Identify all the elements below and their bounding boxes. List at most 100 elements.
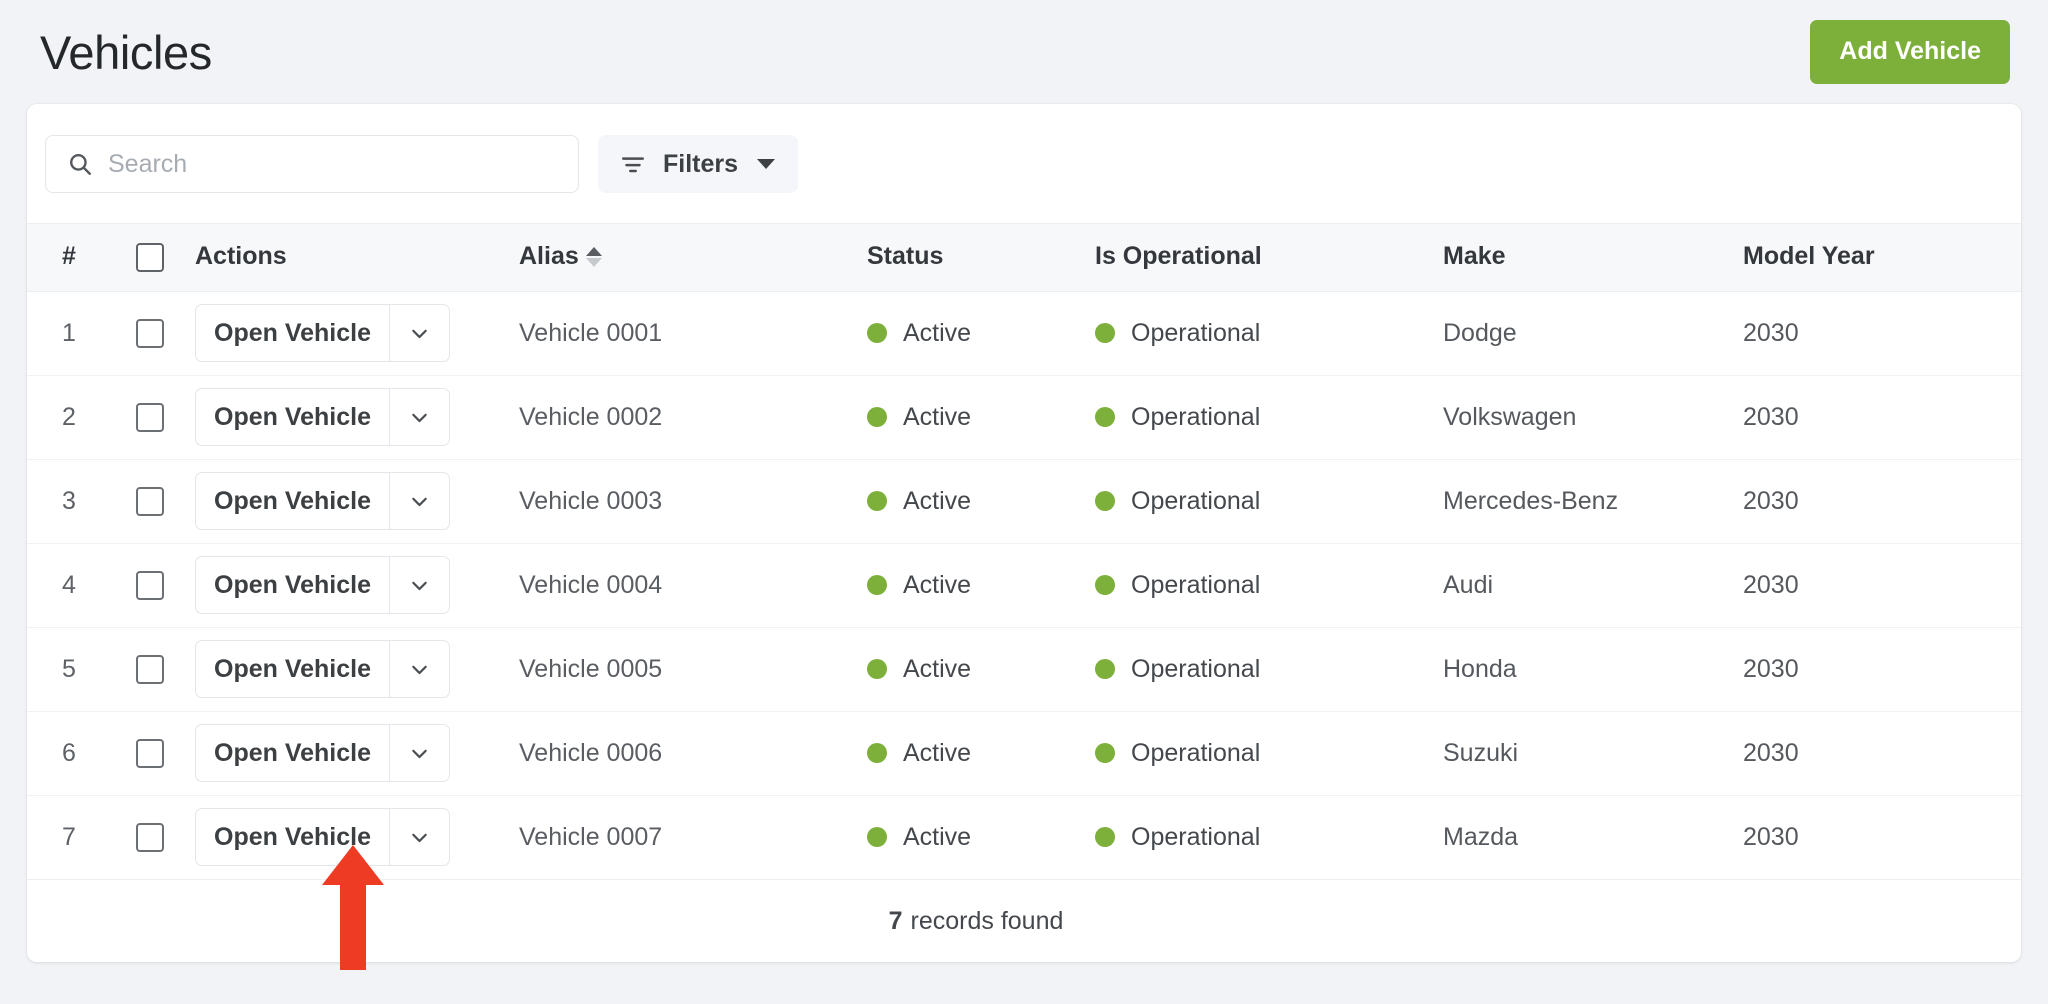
open-vehicle-button[interactable]: Open Vehicle (196, 641, 389, 697)
row-select-checkbox[interactable] (136, 319, 164, 349)
column-header-is-operational[interactable]: Is Operational (1095, 223, 1443, 292)
add-vehicle-button[interactable]: Add Vehicle (1810, 20, 2010, 84)
chevron-down-icon (412, 581, 427, 591)
column-header-select-all (111, 223, 189, 292)
chevron-down-icon (412, 413, 427, 423)
column-header-status[interactable]: Status (867, 223, 1095, 292)
open-vehicle-dropdown-toggle[interactable] (389, 641, 449, 698)
column-header-model-year[interactable]: Model Year (1743, 223, 2021, 292)
search-input[interactable] (45, 135, 579, 193)
select-all-checkbox[interactable] (136, 242, 164, 272)
table-row: 1 Open Vehicle Vehicle 0001 Active Operation… (27, 291, 2021, 376)
open-vehicle-button[interactable]: Open Vehicle (196, 389, 389, 445)
status-dot-icon (867, 407, 887, 428)
open-vehicle-split-button: Open Vehicle (195, 640, 451, 699)
table-row: 3 Open Vehicle Vehicle 0003 Active Operation… (27, 459, 2021, 544)
row-select-cell (111, 711, 189, 796)
row-actions-cell: Open Vehicle (189, 711, 519, 796)
cell-is-operational-label: Operational (1131, 822, 1261, 851)
cell-model-year: 2030 (1743, 627, 2021, 712)
operational-dot-icon (1095, 407, 1115, 428)
table-row: 4 Open Vehicle Vehicle 0004 Active Operation… (27, 543, 2021, 628)
cell-is-operational-label: Operational (1131, 654, 1261, 683)
cell-status-label: Active (903, 486, 972, 515)
filters-button[interactable]: Filters (598, 135, 799, 193)
cell-is-operational-label: Operational (1131, 738, 1261, 767)
operational-dot-icon (1095, 491, 1115, 512)
open-vehicle-dropdown-toggle[interactable] (389, 725, 449, 782)
cell-alias: Vehicle 0005 (519, 627, 867, 712)
table-body: 1 Open Vehicle Vehicle 0001 Active Operation… (27, 291, 2021, 880)
open-vehicle-button[interactable]: Open Vehicle (196, 557, 389, 613)
operational-dot-icon (1095, 743, 1115, 764)
cell-status-label: Active (903, 822, 972, 851)
cell-is-operational: Operational (1095, 795, 1443, 880)
operational-dot-icon (1095, 323, 1115, 344)
cell-status: Active (867, 459, 1095, 544)
row-actions-cell: Open Vehicle (189, 375, 519, 460)
table-row: 5 Open Vehicle Vehicle 0005 Active Operation… (27, 627, 2021, 712)
cell-make: Suzuki (1443, 711, 1743, 796)
table-header-row: # Actions Alias Status Is Operational Ma… (27, 223, 2021, 292)
cell-is-operational: Operational (1095, 291, 1443, 376)
table-footer: 7 records found (27, 880, 2021, 962)
cell-is-operational: Operational (1095, 627, 1443, 712)
status-dot-icon (867, 659, 887, 680)
row-actions-cell: Open Vehicle (189, 795, 519, 880)
row-select-cell (111, 627, 189, 712)
open-vehicle-split-button: Open Vehicle (195, 724, 451, 783)
chevron-down-icon (412, 749, 427, 759)
row-actions-cell: Open Vehicle (189, 459, 519, 544)
cell-is-operational-label: Operational (1131, 318, 1261, 347)
row-select-checkbox[interactable] (136, 823, 164, 853)
row-select-checkbox[interactable] (136, 403, 164, 433)
column-header-make[interactable]: Make (1443, 223, 1743, 292)
table-row: 2 Open Vehicle Vehicle 0002 Active Operation… (27, 375, 2021, 460)
row-select-checkbox[interactable] (136, 655, 164, 685)
status-dot-icon (867, 491, 887, 512)
chevron-down-icon (412, 497, 427, 507)
page-title: Vehicles (40, 25, 212, 79)
table-toolbar: Filters (27, 104, 2021, 223)
cell-status: Active (867, 795, 1095, 880)
status-dot-icon (867, 575, 887, 596)
open-vehicle-button[interactable]: Open Vehicle (196, 725, 389, 781)
row-index: 5 (27, 627, 111, 712)
cell-alias: Vehicle 0002 (519, 375, 867, 460)
row-select-checkbox[interactable] (136, 739, 164, 769)
cell-is-operational-label: Operational (1131, 486, 1261, 515)
open-vehicle-split-button: Open Vehicle (195, 304, 451, 363)
row-select-cell (111, 795, 189, 880)
cell-make: Honda (1443, 627, 1743, 712)
row-select-checkbox[interactable] (136, 487, 164, 517)
open-vehicle-dropdown-toggle[interactable] (389, 473, 449, 530)
row-index: 1 (27, 291, 111, 376)
vehicles-table: # Actions Alias Status Is Operational Ma… (27, 223, 2021, 880)
open-vehicle-dropdown-toggle[interactable] (389, 305, 449, 362)
cell-make: Mazda (1443, 795, 1743, 880)
records-label: records found (910, 907, 1064, 936)
column-header-alias[interactable]: Alias (519, 223, 867, 292)
row-select-cell (111, 459, 189, 544)
row-index: 2 (27, 375, 111, 460)
row-select-checkbox[interactable] (136, 571, 164, 601)
cell-status-label: Active (903, 654, 972, 683)
cell-make: Audi (1443, 543, 1743, 628)
open-vehicle-button[interactable]: Open Vehicle (196, 473, 389, 529)
cell-alias: Vehicle 0001 (519, 291, 867, 376)
open-vehicle-dropdown-toggle[interactable] (389, 809, 449, 866)
cell-alias: Vehicle 0007 (519, 795, 867, 880)
cell-model-year: 2030 (1743, 291, 2021, 376)
open-vehicle-dropdown-toggle[interactable] (389, 557, 449, 614)
sort-ascending-icon[interactable] (585, 246, 602, 267)
chevron-down-icon (412, 665, 427, 675)
filter-icon (622, 157, 644, 173)
cell-status: Active (867, 711, 1095, 796)
cell-status-label: Active (903, 738, 972, 767)
column-header-index[interactable]: # (27, 223, 111, 292)
open-vehicle-button[interactable]: Open Vehicle (196, 305, 389, 361)
row-actions-cell: Open Vehicle (189, 291, 519, 376)
open-vehicle-dropdown-toggle[interactable] (389, 389, 449, 446)
cell-make: Dodge (1443, 291, 1743, 376)
open-vehicle-button[interactable]: Open Vehicle (196, 809, 389, 865)
